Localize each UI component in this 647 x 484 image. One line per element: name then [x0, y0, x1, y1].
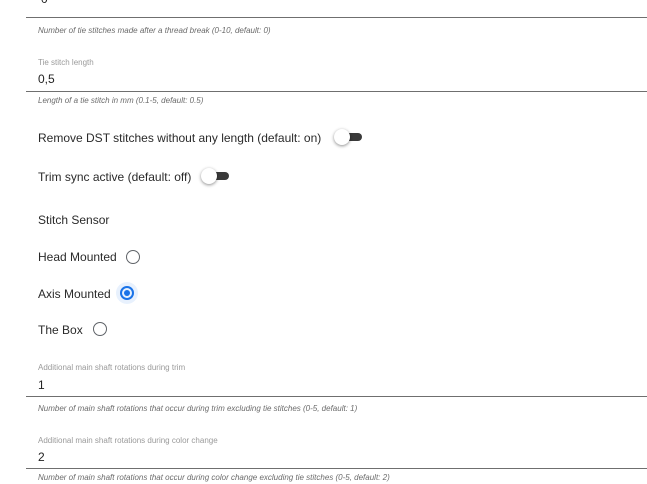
tie-stitch-length-field[interactable]: Tie stitch length 0,5: [26, 55, 647, 93]
color-change-rotations-field[interactable]: Additional main shaft rotations during c…: [26, 433, 647, 471]
settings-page: 0 Number of tie stitches made after a th…: [0, 0, 647, 484]
tie-stitch-length-helper: Length of a tie stitch in mm (0.1-5, def…: [38, 96, 204, 105]
remove-dst-toggle-knob: [334, 129, 350, 145]
tie-stitches-underline: [26, 17, 647, 18]
stitch-sensor-heading: Stitch Sensor: [38, 213, 110, 227]
tie-stitch-length-underline: [26, 91, 647, 92]
trim-sync-toggle[interactable]: [201, 168, 231, 184]
tie-stitches-helper: Number of tie stitches made after a thre…: [38, 26, 271, 35]
trim-sync-toggle-knob: [201, 168, 217, 184]
tie-stitches-input[interactable]: 0: [41, 0, 48, 6]
tie-stitch-length-input[interactable]: 0,5: [38, 72, 55, 86]
trim-rotations-helper: Number of main shaft rotations that occu…: [38, 404, 358, 413]
trim-rotations-label: Additional main shaft rotations during t…: [38, 363, 186, 372]
color-change-rotations-helper: Number of main shaft rotations that occu…: [38, 473, 390, 482]
remove-dst-label: Remove DST stitches without any length (…: [38, 131, 322, 145]
color-change-rotations-input[interactable]: 2: [38, 450, 45, 464]
head-mounted-radio[interactable]: [126, 250, 140, 264]
tie-stitch-length-label: Tie stitch length: [38, 58, 94, 67]
head-mounted-label: Head Mounted: [38, 250, 117, 264]
axis-mounted-radio-dot: [124, 290, 130, 296]
color-change-rotations-label: Additional main shaft rotations during c…: [38, 436, 218, 445]
axis-mounted-radio[interactable]: [116, 282, 138, 304]
the-box-label: The Box: [38, 323, 83, 337]
the-box-radio[interactable]: [93, 322, 107, 336]
remove-dst-toggle[interactable]: [334, 129, 364, 145]
trim-rotations-underline: [26, 396, 647, 397]
trim-sync-label: Trim sync active (default: off): [38, 170, 192, 184]
trim-rotations-field[interactable]: Additional main shaft rotations during t…: [26, 360, 647, 398]
axis-mounted-label: Axis Mounted: [38, 287, 111, 301]
color-change-rotations-underline: [26, 468, 647, 469]
trim-rotations-input[interactable]: 1: [38, 378, 45, 392]
tie-stitches-field[interactable]: 0: [26, 0, 647, 20]
